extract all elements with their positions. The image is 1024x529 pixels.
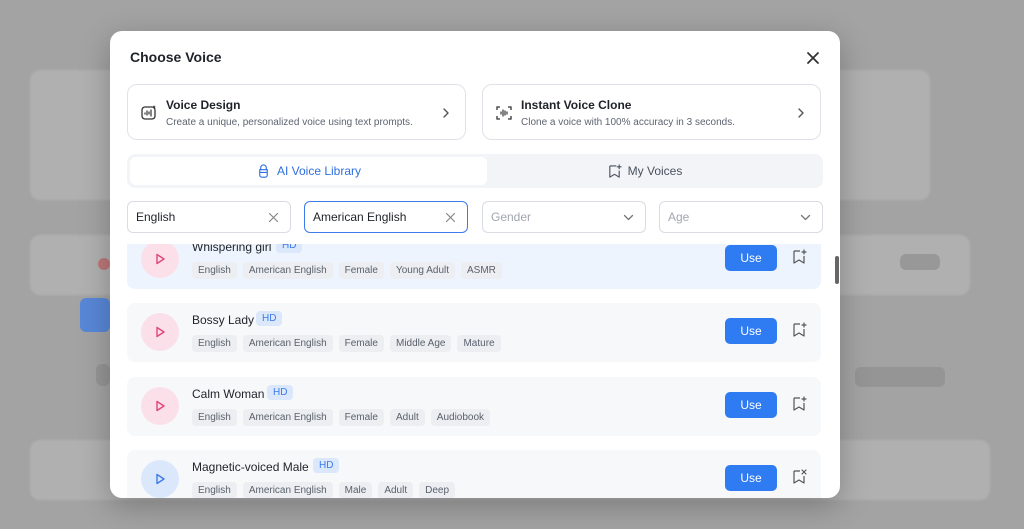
- background-button: [80, 298, 110, 332]
- tag: Middle Age: [389, 335, 452, 352]
- clear-icon[interactable]: [444, 211, 457, 224]
- hd-badge: HD: [276, 244, 303, 253]
- play-icon: [156, 326, 165, 338]
- voice-row[interactable]: Bossy Lady HD English American English F…: [127, 303, 821, 362]
- accent-filter[interactable]: American English: [304, 201, 468, 233]
- voice-tabs: AI Voice Library My Voices: [127, 154, 823, 188]
- tag: English: [192, 409, 237, 426]
- language-filter[interactable]: English: [127, 201, 291, 233]
- tag: Adult: [378, 482, 414, 498]
- tag: American English: [242, 482, 333, 498]
- play-icon: [156, 400, 165, 412]
- voice-name: Whispering girl: [192, 244, 272, 254]
- use-button[interactable]: Use: [725, 245, 777, 271]
- filter-placeholder: Gender: [491, 210, 532, 224]
- tag: American English: [242, 262, 333, 279]
- tag: Female: [338, 409, 384, 426]
- tab-ai-voice-library[interactable]: AI Voice Library: [130, 157, 487, 185]
- play-button[interactable]: [141, 244, 179, 278]
- tag: Audiobook: [430, 409, 491, 426]
- voice-name: Bossy Lady: [192, 313, 255, 327]
- voice-name: Calm Woman: [192, 387, 265, 401]
- play-button[interactable]: [141, 387, 179, 425]
- voice-design-icon: [141, 105, 156, 120]
- bookmark-add-icon[interactable]: [791, 322, 807, 338]
- filter-value: English: [136, 210, 176, 224]
- use-button[interactable]: Use: [725, 392, 777, 418]
- voice-tags: English American English Female Adult Au…: [192, 409, 491, 426]
- library-icon: [259, 163, 268, 178]
- background-dot: [98, 258, 110, 270]
- play-icon: [156, 253, 165, 265]
- tag: Male: [338, 482, 373, 498]
- tab-my-voices[interactable]: My Voices: [466, 157, 823, 185]
- voice-tags: English American English Female Young Ad…: [192, 262, 502, 279]
- background-icon: [96, 364, 110, 386]
- tag: American English: [242, 409, 333, 426]
- tag: English: [192, 482, 237, 498]
- tab-label: My Voices: [627, 164, 683, 178]
- filter-placeholder: Age: [668, 210, 690, 224]
- voice-design-title: Voice Design: [166, 98, 241, 112]
- voice-tags: English American English Female Middle A…: [192, 335, 501, 352]
- instant-voice-clone-card[interactable]: Instant Voice Clone Clone a voice with 1…: [482, 84, 821, 140]
- chevron-right-icon: [443, 108, 449, 118]
- hd-badge: HD: [313, 458, 340, 473]
- tag: Deep: [419, 482, 456, 498]
- voice-row[interactable]: Whispering girl HD English American Engl…: [127, 244, 821, 289]
- tag: Mature: [457, 335, 501, 352]
- scrollbar[interactable]: [835, 256, 839, 284]
- clear-icon[interactable]: [267, 211, 280, 224]
- voice-clone-icon: [496, 106, 512, 120]
- chevron-right-icon: [798, 108, 804, 118]
- tag: English: [192, 262, 237, 279]
- tab-label: AI Voice Library: [276, 164, 362, 178]
- voice-row[interactable]: Calm Woman HD English American English F…: [127, 377, 821, 436]
- bookmark-add-icon[interactable]: [791, 249, 807, 265]
- bookmark-remove-icon[interactable]: [791, 469, 807, 485]
- tag: Female: [338, 335, 384, 352]
- tag: ASMR: [461, 262, 502, 279]
- background-controls: [855, 367, 945, 387]
- play-icon: [156, 473, 165, 485]
- chevron-down-icon: [623, 214, 634, 221]
- hd-badge: HD: [267, 385, 294, 400]
- voice-clone-description: Clone a voice with 100% accuracy in 3 se…: [521, 117, 736, 128]
- voice-design-card[interactable]: Voice Design Create a unique, personaliz…: [127, 84, 466, 140]
- chevron-down-icon: [800, 214, 811, 221]
- voice-list: Whispering girl HD English American Engl…: [127, 244, 823, 498]
- voice-clone-title: Instant Voice Clone: [521, 98, 632, 112]
- voice-design-description: Create a unique, personalized voice usin…: [166, 117, 413, 128]
- age-filter[interactable]: Age: [659, 201, 823, 233]
- gender-filter[interactable]: Gender: [482, 201, 646, 233]
- play-button[interactable]: [141, 460, 179, 498]
- voice-tags: English American English Male Adult Deep: [192, 482, 456, 498]
- close-icon[interactable]: [804, 49, 822, 67]
- voice-name: Magnetic-voiced Male: [192, 460, 309, 474]
- tag: American English: [242, 335, 333, 352]
- tag: Adult: [389, 409, 425, 426]
- dialog-title: Choose Voice: [130, 49, 222, 65]
- use-button[interactable]: Use: [725, 465, 777, 491]
- tag: Young Adult: [389, 262, 456, 279]
- voice-row[interactable]: Magnetic-voiced Male HD English American…: [127, 450, 821, 498]
- background-controls: [900, 254, 940, 270]
- bookmark-add-icon[interactable]: [791, 396, 807, 412]
- filter-value: American English: [313, 210, 407, 224]
- choose-voice-dialog: Choose Voice Voice Design Create a uniqu…: [110, 31, 840, 498]
- use-button[interactable]: Use: [725, 318, 777, 344]
- tag: Female: [338, 262, 384, 279]
- play-button[interactable]: [141, 313, 179, 351]
- bookmark-star-icon: [608, 163, 622, 178]
- tag: English: [192, 335, 237, 352]
- hd-badge: HD: [256, 311, 283, 326]
